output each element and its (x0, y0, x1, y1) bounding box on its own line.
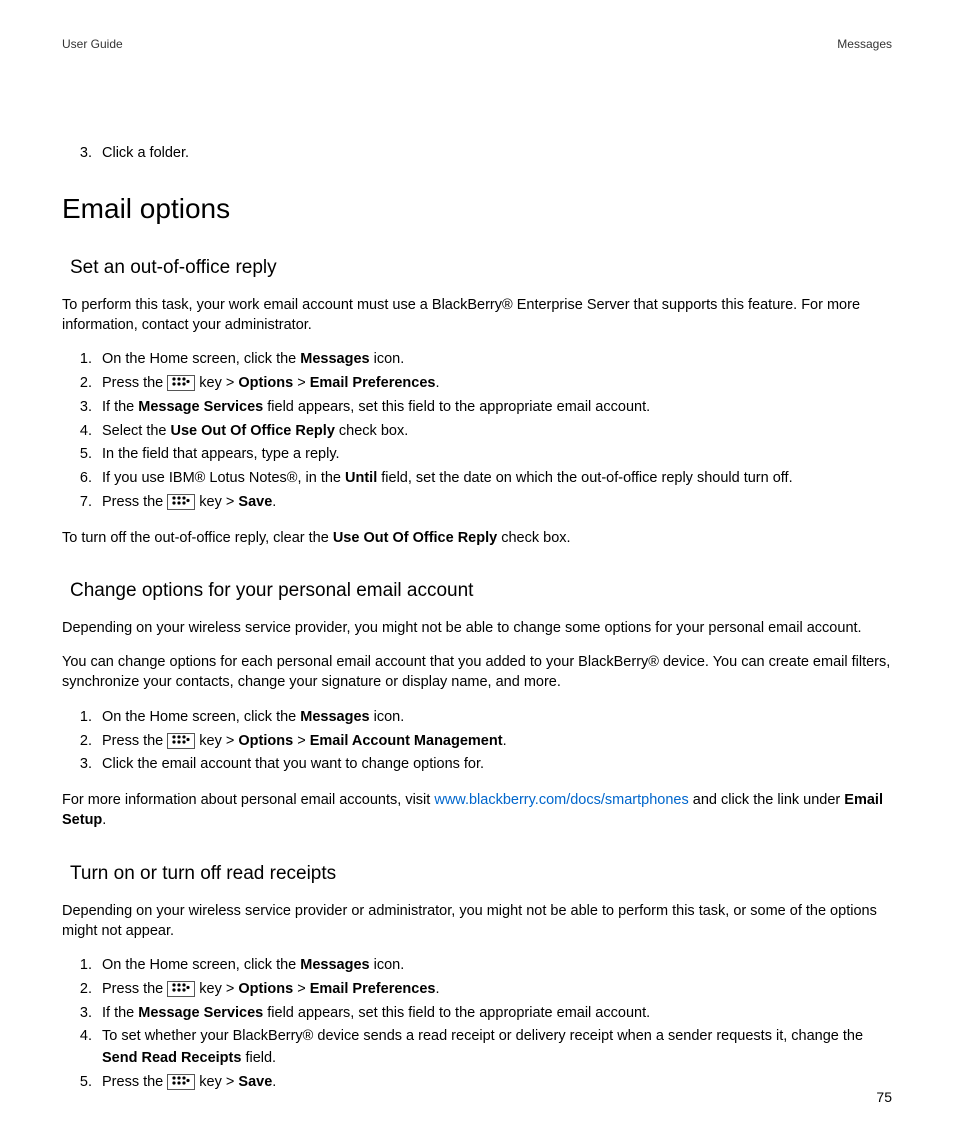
menu-key-icon (167, 494, 195, 510)
list-item: Press the key > Options > Email Account … (96, 731, 892, 753)
list-item: Click the email account that you want to… (96, 754, 892, 776)
paragraph: Depending on your wireless service provi… (62, 901, 892, 942)
paragraph: Depending on your wireless service provi… (62, 618, 892, 638)
list-item: If the Message Services field appears, s… (96, 1003, 892, 1025)
list-item: Press the key > Options > Email Preferen… (96, 373, 892, 395)
list-item: To set whether your BlackBerry® device s… (96, 1026, 892, 1070)
list-item: Select the Use Out Of Office Reply check… (96, 421, 892, 443)
menu-key-icon (167, 733, 195, 749)
menu-key-icon (167, 375, 195, 391)
list-item: Press the key > Options > Email Preferen… (96, 979, 892, 1001)
list-item: Click a folder. (96, 143, 892, 165)
paragraph: To perform this task, your work email ac… (62, 295, 892, 336)
heading-change-options: Change options for your personal email a… (62, 580, 892, 602)
list-item: On the Home screen, click the Messages i… (96, 955, 892, 977)
list-item: On the Home screen, click the Messages i… (96, 707, 892, 729)
list-item: On the Home screen, click the Messages i… (96, 349, 892, 371)
steps-list: On the Home screen, click the Messages i… (62, 955, 892, 1094)
paragraph: To turn off the out-of-office reply, cle… (62, 528, 892, 548)
steps-list: On the Home screen, click the Messages i… (62, 707, 892, 776)
header-right: Messages (837, 37, 892, 51)
menu-key-icon (167, 1074, 195, 1090)
page-header: User Guide Messages (62, 37, 892, 51)
list-item: Press the key > Save. (96, 492, 892, 514)
paragraph: For more information about personal emai… (62, 790, 892, 831)
paragraph: You can change options for each personal… (62, 652, 892, 693)
list-item: If the Message Services field appears, s… (96, 397, 892, 419)
heading-email-options: Email options (62, 193, 892, 225)
steps-list: On the Home screen, click the Messages i… (62, 349, 892, 513)
list-item: Press the key > Save. (96, 1072, 892, 1094)
header-left: User Guide (62, 37, 123, 51)
page-number: 75 (876, 1089, 892, 1105)
heading-read-receipts: Turn on or turn off read receipts (62, 863, 892, 885)
link-docs[interactable]: www.blackberry.com/docs/smartphones (434, 792, 688, 808)
menu-key-icon (167, 981, 195, 997)
heading-out-of-office: Set an out-of-office reply (62, 257, 892, 279)
list-item: If you use IBM® Lotus Notes®, in the Unt… (96, 468, 892, 490)
continued-list: Click a folder. (62, 143, 892, 165)
list-item: In the field that appears, type a reply. (96, 444, 892, 466)
